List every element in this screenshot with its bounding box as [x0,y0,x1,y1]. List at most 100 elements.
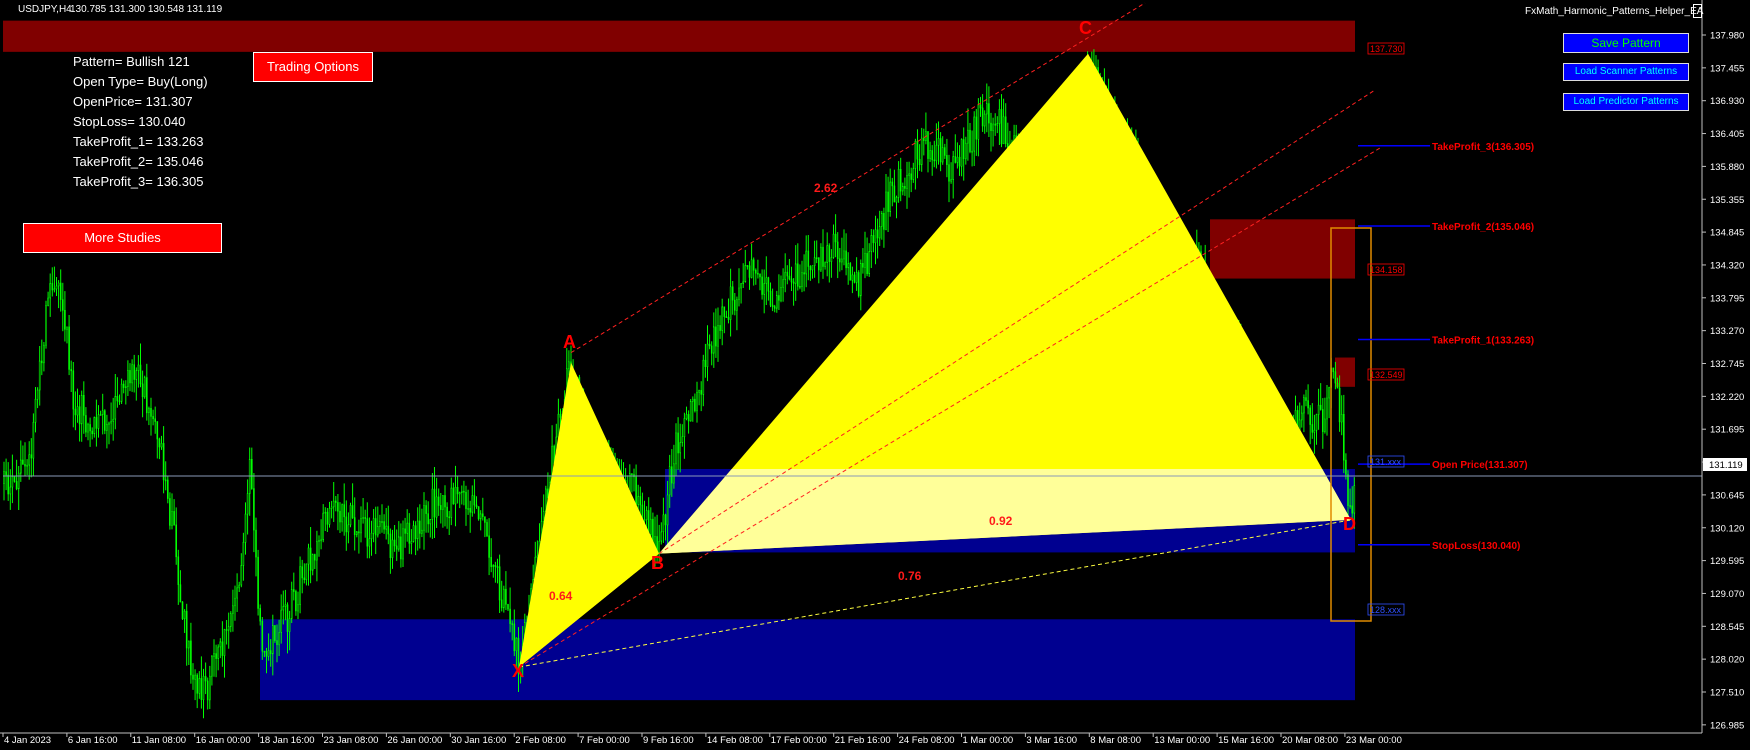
candle-body [679,442,682,454]
candle-body [780,286,782,301]
candle-body [146,377,148,414]
candle-body [748,265,751,278]
candle-body [183,610,186,620]
candle-body [1315,414,1318,431]
info-open-price: OpenPrice= 131.307 [73,94,193,109]
candle-body [1309,407,1311,425]
candle-body [828,245,831,262]
candle-body [108,422,110,425]
candle-body [280,609,283,633]
candle-body [475,504,478,508]
candle-body [710,345,713,354]
candle-body [771,304,774,307]
candle-body [64,309,66,330]
candle-body [729,286,732,320]
candle-body [227,626,230,631]
candle-body [757,272,759,275]
candle-body [110,421,112,424]
time-tick-label-4: 18 Jan 16:00 [260,735,315,746]
candle-body [1332,367,1335,373]
candle-body [339,510,341,523]
candle-body [97,414,100,429]
candle-body [484,516,486,523]
candle-body [32,421,35,459]
candle-body [838,258,841,263]
candle-body [406,522,409,534]
candle-body [458,492,461,495]
candle-body [765,277,768,284]
candle-body [715,326,717,347]
candle-body [807,250,810,267]
candle-body [1004,116,1007,144]
candle-body [442,495,444,510]
candle-body [862,262,864,268]
candle-body [200,678,203,700]
candle-body [236,587,238,599]
candle-body [481,513,484,517]
candle-body [935,144,938,162]
candle-body [505,588,507,605]
candle-body [49,283,52,299]
candle-body [761,276,763,295]
candle-body [851,274,854,281]
candle-body [225,629,228,631]
candle-body [343,504,346,518]
load-scanner-patterns-button[interactable]: Load Scanner Patterns [1563,63,1689,81]
candle-body [292,589,295,592]
time-tick-label-6: 26 Jan 00:00 [387,735,442,746]
candle-body [101,410,104,415]
candle-body [799,285,801,288]
candle-body [847,263,850,269]
symbol-label: USDJPY,H4 [18,4,72,15]
candle-body [13,476,16,482]
candle-body [91,430,93,435]
point-label-b: B [651,553,664,573]
candle-body [784,271,787,280]
time-tick-label-14: 24 Feb 08:00 [899,735,955,746]
candle-body [24,464,26,467]
candle-body [15,481,18,490]
candle-body [143,377,146,398]
price-tick-label-1: 137.455 [1710,63,1744,74]
candle-body [26,464,28,467]
candle-body [160,443,163,448]
candle-body [194,674,196,680]
candle-body [658,540,661,553]
candle-body [127,370,129,387]
candle-body [1328,387,1330,399]
candle-body [355,531,358,535]
candle-body [1334,371,1337,384]
candle-body [1340,413,1343,423]
candle-body [664,514,667,526]
time-tick-label-3: 16 Jan 00:00 [196,735,251,746]
candle-body [1336,382,1339,389]
candle-body [70,369,72,372]
candle-body [418,520,421,534]
candle-body [677,432,679,454]
candle-body [910,173,913,180]
candle-body [1311,424,1314,433]
info-stoploss: StopLoss= 130.040 [73,114,186,129]
candle-body [878,226,881,239]
candle-body [675,432,677,465]
price-tick-label-9: 133.270 [1710,326,1744,337]
candle-body [435,496,438,518]
trading-options-button[interactable]: Trading Options [253,52,373,82]
candle-body [958,156,961,167]
candle-body [221,641,224,656]
candle-body [324,511,327,514]
load-predictor-patterns-button[interactable]: Load Predictor Patterns [1563,93,1689,111]
save-pattern-button[interactable]: Save Pattern [1563,33,1689,53]
candle-body [349,505,352,526]
candle-body [998,109,1001,124]
ea-close-icon[interactable] [1693,4,1702,18]
candle-body [870,235,873,252]
candle-body [700,390,703,395]
candle-body [507,604,509,610]
price-chart[interactable]: TakeProfit_3(136.305) TakeProfit_2(135.04… [0,0,1750,750]
candle-body [971,150,973,153]
candle-body [876,229,879,239]
candle-body [631,473,633,475]
more-studies-button[interactable]: More Studies [23,223,222,253]
candle-body [872,235,875,244]
